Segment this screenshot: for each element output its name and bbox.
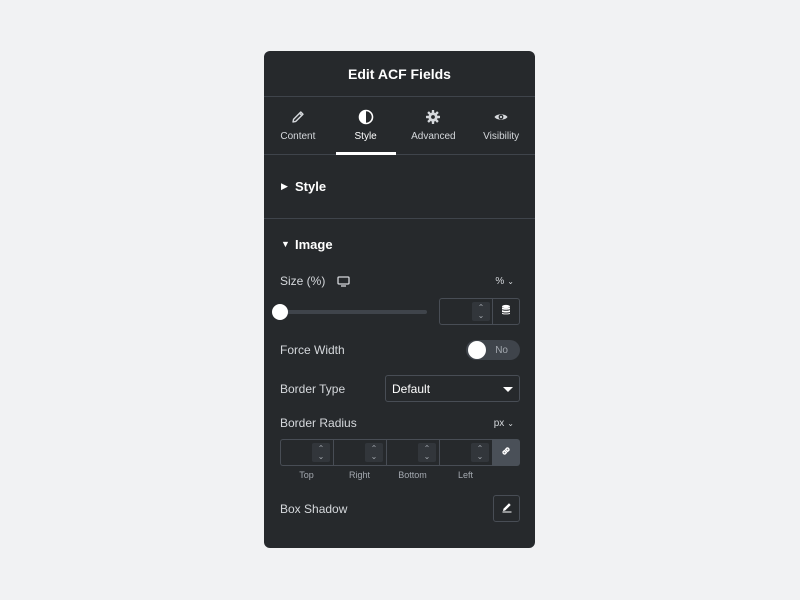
side-label-top: Top xyxy=(299,470,314,480)
pencil-icon xyxy=(501,500,513,518)
caret-down-icon: ▼ xyxy=(281,239,290,249)
box-shadow-label: Box Shadow xyxy=(280,502,348,516)
box-shadow-row: Box Shadow xyxy=(280,501,520,517)
tab-visibility[interactable]: Visibility xyxy=(467,97,535,154)
caret-down-icon xyxy=(503,387,513,392)
size-number-input[interactable]: ⌃ ⌄ xyxy=(439,298,492,325)
border-radius-unit-select[interactable]: px ⌄ xyxy=(494,418,514,429)
chevron-down-icon: ⌄ xyxy=(507,418,514,428)
side-label-bottom: Bottom xyxy=(398,470,427,480)
force-width-label: Force Width xyxy=(280,343,345,357)
border-type-label: Border Type xyxy=(280,382,346,396)
size-control-header: Size (%) % ⌄ xyxy=(280,273,520,289)
tab-style[interactable]: Style xyxy=(332,97,400,155)
border-radius-side-labels: Top Right Bottom Left xyxy=(280,470,520,480)
tab-content-label: Content xyxy=(280,131,316,142)
tab-advanced-label: Advanced xyxy=(411,131,456,142)
link-values-button[interactable] xyxy=(492,439,520,466)
border-radius-label: Border Radius xyxy=(280,416,357,430)
force-width-toggle[interactable]: No xyxy=(466,340,520,360)
size-label: Size (%) xyxy=(280,274,326,288)
section-image-label: Image xyxy=(295,236,333,252)
tab-visibility-label: Visibility xyxy=(483,131,520,142)
caret-right-icon: ▶ xyxy=(281,181,288,191)
side-label-right: Right xyxy=(348,470,370,480)
chevron-down-icon: ⌄ xyxy=(507,276,514,286)
box-shadow-edit-button[interactable] xyxy=(493,495,520,522)
radius-top-spinner[interactable]: ⌃ ⌄ xyxy=(312,443,330,462)
radius-left-input[interactable]: ⌃ ⌄ xyxy=(439,439,492,466)
radius-right-spinner[interactable]: ⌃ ⌄ xyxy=(365,443,383,462)
tab-bar: Content Style Advanced Visibility xyxy=(264,97,535,155)
database-icon xyxy=(500,303,512,321)
radius-bottom-spinner[interactable]: ⌃ ⌄ xyxy=(418,443,436,462)
radius-left-spinner[interactable]: ⌃ ⌄ xyxy=(471,443,489,462)
link-icon xyxy=(500,444,512,462)
size-unit-select[interactable]: % ⌄ xyxy=(495,276,514,287)
border-radius-inputs: ⌃ ⌄ ⌃ ⌄ ⌃ ⌄ ⌃ ⌄ xyxy=(280,439,520,466)
dynamic-tags-button[interactable] xyxy=(492,298,520,325)
toggle-knob xyxy=(468,341,486,359)
size-spinner[interactable]: ⌃ ⌄ xyxy=(472,302,490,321)
side-label-left: Left xyxy=(457,470,473,480)
radius-top-input[interactable]: ⌃ ⌄ xyxy=(280,439,333,466)
panel-title: Edit ACF Fields xyxy=(348,65,451,82)
half-circle-icon xyxy=(358,109,374,125)
radius-bottom-input[interactable]: ⌃ ⌄ xyxy=(386,439,439,466)
border-radius-header: Border Radius px ⌄ xyxy=(280,415,520,431)
radius-right-input[interactable]: ⌃ ⌄ xyxy=(333,439,386,466)
panel-header: Edit ACF Fields xyxy=(264,51,535,97)
eye-icon xyxy=(493,109,509,125)
pencil-icon xyxy=(290,109,306,125)
border-radius-unit-value: px xyxy=(493,417,505,429)
tab-advanced[interactable]: Advanced xyxy=(400,97,468,154)
section-style-label: Style xyxy=(295,179,327,194)
toggle-state-label: No xyxy=(495,345,508,356)
gear-icon xyxy=(425,109,441,125)
section-style-toggle[interactable]: ▶ Style xyxy=(264,155,535,219)
size-unit-value: % xyxy=(495,275,505,287)
chevron-down-icon[interactable]: ⌄ xyxy=(478,311,485,320)
section-image-toggle[interactable]: ▼ Image xyxy=(264,219,535,267)
tab-style-label: Style xyxy=(354,131,377,142)
size-slider-handle[interactable] xyxy=(272,304,288,320)
tab-content[interactable]: Content xyxy=(264,97,332,154)
desktop-icon[interactable] xyxy=(337,275,350,287)
edit-panel: Edit ACF Fields Content Style Advanced V… xyxy=(264,51,535,548)
border-type-value: Default xyxy=(392,381,431,396)
size-slider-track[interactable] xyxy=(280,310,427,314)
border-type-select[interactable]: Default xyxy=(385,375,520,402)
